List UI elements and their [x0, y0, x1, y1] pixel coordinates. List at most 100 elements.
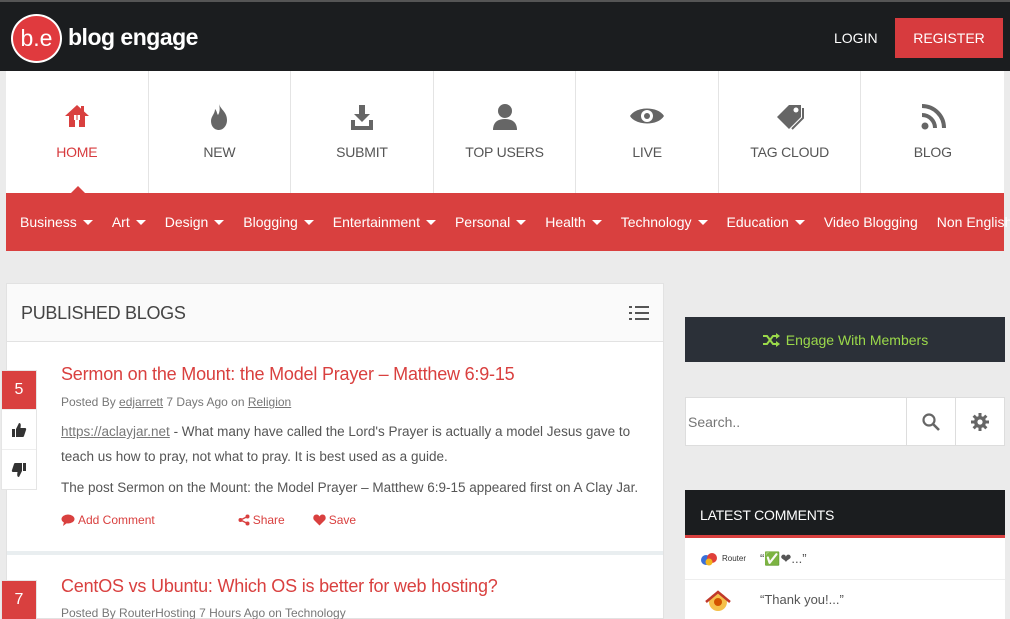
category-business[interactable]: Business — [20, 214, 93, 230]
caret-down-icon — [425, 219, 436, 225]
nav-label: HOME — [56, 144, 98, 160]
posted-by-label: Posted By — [61, 606, 116, 619]
caret-down-icon — [516, 219, 527, 225]
shuffle-icon — [762, 332, 780, 347]
engage-label: Engage With Members — [785, 331, 929, 348]
category-label: Non English — [936, 214, 1010, 230]
source-link[interactable]: https://aclayjar.net — [61, 424, 170, 439]
settings-button[interactable] — [955, 398, 1004, 445]
search-button[interactable] — [906, 398, 955, 445]
category-health[interactable]: Health — [545, 214, 602, 230]
post-divider — [7, 551, 663, 555]
on-label: on — [268, 606, 282, 619]
comment-text: “Thank you!...” — [760, 592, 844, 607]
share-button[interactable]: Share — [238, 513, 285, 527]
posted-by-label: Posted By — [61, 395, 116, 409]
nav-item-blog[interactable]: BLOG — [861, 71, 1004, 193]
category-entertainment[interactable]: Entertainment — [333, 214, 436, 230]
nav-item-new[interactable]: NEW — [149, 71, 292, 193]
category-art[interactable]: Art — [112, 214, 146, 230]
category-education[interactable]: Education — [727, 214, 805, 230]
eye-icon — [576, 103, 718, 133]
category-label: Business — [20, 214, 77, 230]
post-age: 7 Hours Ago — [199, 606, 266, 619]
thumbs-down-icon[interactable] — [2, 449, 36, 489]
category-personal[interactable]: Personal — [454, 214, 527, 230]
nav-label: BLOG — [913, 144, 952, 160]
fire-icon — [149, 103, 291, 133]
home-icon — [6, 103, 148, 133]
gear-icon — [971, 412, 989, 431]
nav-item-top-users[interactable]: TOP USERS — [434, 71, 577, 193]
category-link[interactable]: Technology — [285, 606, 346, 619]
author-link[interactable]: edjarrett — [119, 395, 163, 409]
nav-label: LIVE — [632, 144, 662, 160]
nav-item-live[interactable]: LIVE — [576, 71, 719, 193]
share-label: Share — [252, 513, 285, 527]
heart-icon — [313, 514, 326, 526]
panel-title: PUBLISHED BLOGS — [21, 303, 186, 323]
add-comment-label: Add Comment — [78, 513, 155, 527]
category-design[interactable]: Design — [165, 214, 225, 230]
logo-mark[interactable]: b.e — [11, 14, 62, 63]
login-link[interactable]: LOGIN — [834, 30, 878, 46]
comment-text: “✅❤...” — [760, 550, 807, 566]
save-button[interactable]: Save — [313, 513, 356, 527]
post-meta: Posted By RouterHosting 7 Hours Ago on T… — [61, 606, 346, 619]
category-label: Entertainment — [332, 214, 420, 230]
nav-label: TOP USERS — [465, 144, 544, 160]
caret-down-icon — [82, 219, 93, 225]
nav-item-submit[interactable]: SUBMIT — [291, 71, 434, 193]
blog-post: 7 CentOS vs Ubuntu: Which OS is better f… — [1, 556, 663, 619]
user-icon — [434, 103, 576, 133]
post-title[interactable]: CentOS vs Ubuntu: Which OS is better for… — [61, 576, 498, 597]
logo-text[interactable]: blog engage — [68, 24, 198, 51]
post-excerpt: https://aclayjar.net - What many have ca… — [61, 419, 651, 469]
vote-count: 7 — [2, 581, 36, 619]
nav-label: NEW — [203, 144, 236, 160]
category-label: Personal — [454, 214, 511, 230]
panel-header: PUBLISHED BLOGS — [7, 284, 663, 342]
save-label: Save — [328, 513, 357, 527]
category-label: Technology — [620, 214, 692, 230]
download-icon — [291, 103, 433, 133]
nav-item-home[interactable]: HOME — [6, 71, 149, 194]
caret-down-icon — [794, 219, 805, 225]
add-comment-button[interactable]: Add Comment — [61, 513, 155, 527]
category-link[interactable]: Religion — [248, 395, 291, 409]
rss-icon — [861, 103, 1004, 133]
thumbs-up-icon[interactable] — [2, 409, 36, 449]
main-nav: HOME NEW SUBMIT TOP USERS LIVE TAG CLOUD — [6, 71, 1004, 194]
published-blogs-panel: PUBLISHED BLOGS 5 Sermon on the Mount: t… — [1, 283, 664, 619]
top-bar: b.e blog engage LOGIN REGISTER — [0, 0, 1010, 71]
category-bar: Business Art Design Blogging Entertainme… — [6, 193, 1010, 251]
nav-label: TAG CLOUD — [750, 144, 830, 160]
list-view-icon[interactable] — [629, 305, 649, 326]
nav-item-tag-cloud[interactable]: TAG CLOUD — [719, 71, 862, 193]
category-blogging[interactable]: Blogging — [243, 214, 314, 230]
comment-icon — [61, 514, 75, 526]
category-label: Design — [164, 214, 209, 230]
latest-comments-widget: LATEST COMMENTS Router “✅❤...” “Thank yo… — [685, 490, 1005, 619]
caret-down-icon — [697, 219, 708, 225]
author-link[interactable]: RouterHosting — [119, 606, 196, 619]
nav-label: SUBMIT — [336, 144, 388, 160]
caret-down-icon — [135, 219, 146, 225]
category-label: Blogging — [243, 214, 298, 230]
category-label: Education — [726, 214, 789, 230]
on-label: on — [231, 395, 245, 409]
share-icon — [238, 514, 250, 526]
blog-post: 5 Sermon on the Mount: the Model Prayer … — [1, 342, 663, 555]
post-title[interactable]: Sermon on the Mount: the Model Prayer – … — [61, 364, 515, 385]
category-video-blogging[interactable]: Video Blogging — [824, 214, 918, 230]
category-non-english[interactable]: Non English — [937, 214, 1010, 230]
category-technology[interactable]: Technology — [621, 214, 708, 230]
caret-down-icon — [214, 219, 225, 225]
engage-with-members-button[interactable]: Engage With Members — [685, 317, 1005, 362]
post-actions: Add Comment Share Save — [61, 513, 384, 527]
comment-item[interactable]: Router “✅❤...” — [685, 538, 1005, 580]
comment-item[interactable]: “Thank you!...” — [685, 580, 1005, 619]
search-input[interactable] — [686, 398, 906, 445]
vote-widget: 7 — [1, 580, 37, 619]
register-button[interactable]: REGISTER — [895, 18, 1003, 58]
